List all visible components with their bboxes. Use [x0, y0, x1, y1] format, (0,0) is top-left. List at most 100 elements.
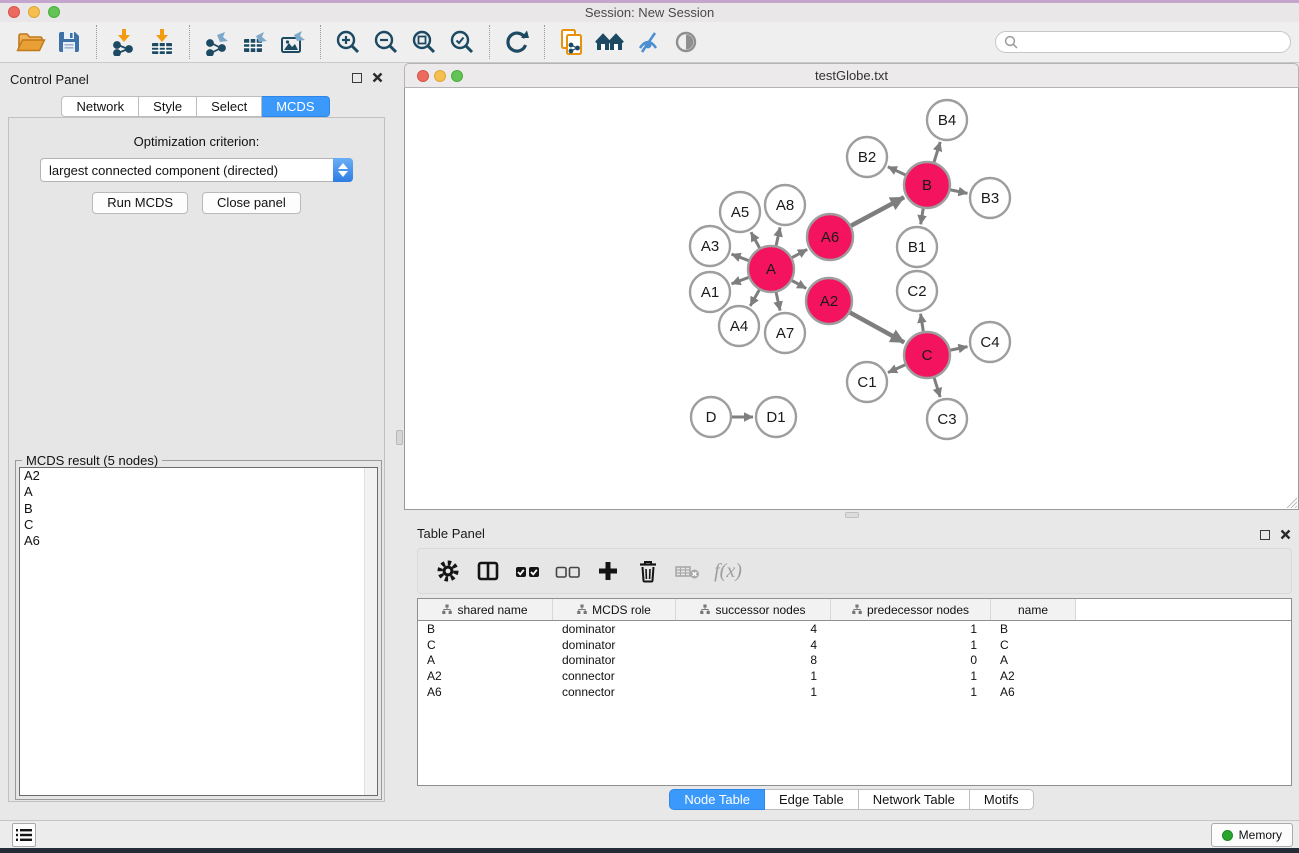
graph-node-label: A2	[820, 293, 838, 310]
table-row[interactable]: A2connector11A2	[418, 668, 1291, 684]
delete-columns-button[interactable]	[670, 553, 706, 589]
open-session-button[interactable]	[12, 25, 50, 59]
table-cell: 8	[676, 653, 831, 667]
result-item[interactable]: A2	[20, 468, 377, 484]
result-list-scrollbar[interactable]	[364, 468, 377, 795]
save-floppy-icon	[56, 29, 82, 55]
table-panel-title: Table Panel	[417, 526, 485, 541]
panel-splitter-handle[interactable]	[396, 430, 403, 445]
graph-node-label: B4	[938, 112, 956, 129]
tab-motifs[interactable]: Motifs	[970, 789, 1034, 810]
hide-selected-button[interactable]	[629, 25, 667, 59]
toolbar-separator	[489, 25, 490, 59]
memory-button[interactable]: Memory	[1211, 823, 1293, 847]
network-window-titlebar[interactable]: testGlobe.txt	[404, 63, 1299, 88]
table-splitter-handle[interactable]	[845, 512, 859, 518]
column-header-name[interactable]: name	[991, 599, 1076, 620]
minimize-window-button[interactable]	[28, 6, 40, 18]
import-table-button[interactable]	[143, 25, 181, 59]
minimize-network-button[interactable]	[434, 70, 446, 82]
deselect-all-rows-button[interactable]	[550, 553, 586, 589]
zoom-out-button[interactable]	[367, 25, 405, 59]
tab-network-table[interactable]: Network Table	[859, 789, 970, 810]
toolbar-search[interactable]	[995, 31, 1291, 53]
zoom-in-button[interactable]	[329, 25, 367, 59]
table-toolbar: f(x)	[417, 548, 1292, 594]
network-graph: AA1A2A3A4A5A6A7A8BB1B2B3B4CC1C2C3C4DD1	[405, 88, 1298, 508]
tab-select[interactable]: Select	[197, 96, 262, 117]
table-row[interactable]: Adominator80A	[418, 652, 1291, 668]
first-neighbors-button[interactable]	[591, 25, 629, 59]
graph-node-label: A8	[776, 197, 794, 214]
table-row[interactable]: A6connector11A6	[418, 684, 1291, 700]
result-item[interactable]: C	[20, 517, 377, 533]
network-canvas[interactable]: AA1A2A3A4A5A6A7A8BB1B2B3B4CC1C2C3C4DD1	[404, 88, 1299, 510]
save-session-button[interactable]	[50, 25, 88, 59]
close-table-panel-icon[interactable]	[1280, 529, 1291, 540]
export-image-button[interactable]	[274, 25, 312, 59]
table-cell: 0	[831, 653, 991, 667]
resize-grip-icon[interactable]	[1285, 496, 1297, 508]
eye-icon	[673, 29, 699, 55]
close-panel-icon[interactable]	[372, 72, 383, 83]
import-network-button[interactable]	[105, 25, 143, 59]
select-all-rows-button[interactable]	[510, 553, 546, 589]
column-header-predecessor-nodes[interactable]: predecessor nodes	[831, 599, 991, 620]
toolbar-separator	[320, 25, 321, 59]
table-panel-tabs: Node TableEdge TableNetwork TableMotifs	[669, 789, 1033, 810]
graph-node-label: A6	[821, 229, 839, 246]
tab-edge-table[interactable]: Edge Table	[765, 789, 859, 810]
zoom-window-button[interactable]	[48, 6, 60, 18]
graph-node-label: D	[706, 409, 717, 426]
table-row[interactable]: Bdominator41B	[418, 621, 1291, 637]
table-cell: 1	[676, 685, 831, 699]
table-cell: 1	[831, 638, 991, 652]
window-controls	[8, 6, 60, 18]
mcds-result-list[interactable]: A2ABCA6	[19, 467, 378, 796]
zoom-network-button[interactable]	[451, 70, 463, 82]
zoom-out-icon	[372, 28, 400, 56]
zoom-fit-button[interactable]	[405, 25, 443, 59]
tab-network[interactable]: Network	[61, 96, 139, 117]
close-window-button[interactable]	[8, 6, 20, 18]
search-input[interactable]	[1023, 35, 1282, 49]
refresh-icon	[504, 29, 530, 55]
table-row[interactable]: Cdominator41C	[418, 637, 1291, 653]
graph-node-label: A3	[701, 238, 719, 255]
task-history-button[interactable]	[12, 823, 36, 847]
create-new-column-button[interactable]	[590, 553, 626, 589]
column-header-MCDS-role[interactable]: MCDS role	[553, 599, 676, 620]
gear-icon	[436, 559, 460, 583]
column-header-shared-name[interactable]: shared name	[418, 599, 553, 620]
control-panel-header: Control Panel	[0, 63, 391, 95]
optimization-criterion-dropdown[interactable]: largest connected component (directed)	[40, 158, 353, 182]
tab-mcds[interactable]: MCDS	[262, 96, 329, 117]
open-folder-icon	[16, 29, 46, 55]
toolbar-separator	[96, 25, 97, 59]
delete-rows-button[interactable]	[630, 553, 666, 589]
trash-icon	[636, 559, 660, 583]
result-item[interactable]: A6	[20, 533, 377, 549]
float-table-panel-icon[interactable]	[1260, 530, 1270, 540]
mcds-result-groupbox: MCDS result (5 nodes) A2ABCA6	[15, 460, 382, 800]
table-cell: 1	[831, 669, 991, 683]
export-network-button[interactable]	[198, 25, 236, 59]
show-graphics-details-button[interactable]	[667, 25, 705, 59]
tab-style[interactable]: Style	[139, 96, 197, 117]
close-panel-button[interactable]: Close panel	[202, 192, 301, 214]
function-builder-button[interactable]: f(x)	[710, 553, 746, 589]
result-item[interactable]: B	[20, 501, 377, 517]
float-panel-icon[interactable]	[352, 73, 362, 83]
table-options-button[interactable]	[430, 553, 466, 589]
duplicate-network-button[interactable]	[553, 25, 591, 59]
show-columns-button[interactable]	[470, 553, 506, 589]
apply-layout-button[interactable]	[498, 25, 536, 59]
result-item[interactable]: A	[20, 484, 377, 500]
node-table[interactable]: shared nameMCDS rolesuccessor nodesprede…	[417, 598, 1292, 786]
export-table-button[interactable]	[236, 25, 274, 59]
zoom-selected-button[interactable]	[443, 25, 481, 59]
run-mcds-button[interactable]: Run MCDS	[92, 192, 188, 214]
column-header-successor-nodes[interactable]: successor nodes	[676, 599, 831, 620]
tab-node-table[interactable]: Node Table	[669, 789, 765, 810]
close-network-button[interactable]	[417, 70, 429, 82]
